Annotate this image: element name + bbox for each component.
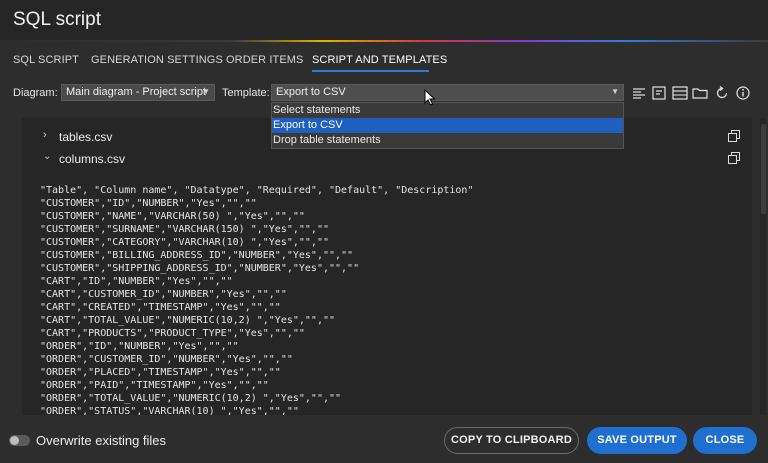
dialog-title: SQL script (13, 9, 101, 30)
chevron-down-icon: ▼ (611, 87, 619, 96)
code-line: "CART","TOTAL_VALUE","NUMERIC(10,2) ","Y… (40, 315, 336, 326)
file-row-columns[interactable]: ⌄ columns.csv (22, 147, 752, 169)
template-select[interactable]: Export to CSV ▼ (271, 84, 624, 101)
dialog-footer: Overwrite existing files COPY TO CLIPBOA… (0, 415, 768, 463)
overwrite-label: Overwrite existing files (36, 433, 167, 448)
code-line: "CART","CREATED","TIMESTAMP","Yes","","" (40, 302, 281, 313)
tab-script-and-templates[interactable]: SCRIPT AND TEMPLATES (312, 54, 447, 66)
toolbar: Diagram: Main diagram - Project script ▼… (0, 82, 768, 104)
copy-to-clipboard-button[interactable]: COPY TO CLIPBOARD (444, 427, 579, 454)
info-icon[interactable] (735, 85, 751, 101)
csv-code-output[interactable]: "Table", "Column name", "Datatype", "Req… (40, 184, 740, 415)
code-line: "ORDER","CUSTOMER_ID","NUMBER","Yes","",… (40, 354, 293, 365)
save-output-button[interactable]: SAVE OUTPUT (587, 427, 687, 454)
active-tab-indicator (312, 70, 429, 72)
diagram-select-value: Main diagram - Project script (66, 86, 206, 98)
code-line: "CART","CUSTOMER_ID","NUMBER","Yes","","… (40, 289, 287, 300)
diagram-select[interactable]: Main diagram - Project script ▼ (61, 84, 215, 101)
file-name: tables.csv (59, 130, 113, 144)
code-line: "CART","ID","NUMBER","Yes","","" (40, 276, 233, 287)
align-left-icon[interactable] (631, 85, 647, 101)
code-line: "CUSTOMER","NAME","VARCHAR(50) ","Yes","… (40, 211, 305, 222)
code-line: "ORDER","STATUS","VARCHAR(10) ","Yes",""… (40, 406, 299, 415)
copy-icon[interactable] (728, 152, 740, 164)
dropdown-option-drop-table-statements[interactable]: Drop table statements (272, 133, 623, 148)
code-line: "ORDER","ID","NUMBER","Yes","","" (40, 341, 239, 352)
sql-script-dialog: SQL script SQL SCRIPT GENERATION SETTING… (0, 0, 768, 463)
title-bar: SQL script (0, 0, 768, 40)
code-line: "ORDER","PAID","TIMESTAMP","Yes","","" (40, 380, 269, 391)
template-label: Template: (222, 87, 270, 99)
chevron-down-icon[interactable]: ⌄ (43, 151, 51, 162)
code-line: "CUSTOMER","SURNAME","VARCHAR(150) ","Ye… (40, 224, 329, 235)
file-name: columns.csv (59, 152, 126, 166)
toggle-knob (10, 436, 19, 445)
dropdown-option-export-to-csv[interactable]: Export to CSV (272, 118, 623, 133)
tab-generation-settings[interactable]: GENERATION SETTINGS (91, 54, 223, 66)
diagram-label: Diagram: (13, 87, 58, 99)
tab-order-items[interactable]: ORDER ITEMS (226, 54, 304, 66)
chevron-down-icon: ▼ (202, 87, 210, 96)
template-select-value: Export to CSV (276, 86, 346, 98)
code-line: "CUSTOMER","BILLING_ADDRESS_ID","NUMBER"… (40, 250, 354, 261)
tab-bar: SQL SCRIPT GENERATION SETTINGS ORDER ITE… (0, 42, 768, 78)
copy-icon[interactable] (728, 130, 740, 142)
refresh-icon[interactable] (714, 85, 730, 101)
code-line: "CUSTOMER","CATEGORY","VARCHAR(10) ","Ye… (40, 237, 329, 248)
tab-sql-script[interactable]: SQL SCRIPT (13, 54, 79, 66)
code-line: "ORDER","PLACED","TIMESTAMP","Yes","","" (40, 367, 281, 378)
scrollbar-thumb[interactable] (761, 124, 766, 214)
mouse-pointer-icon (424, 88, 436, 106)
code-line: "CUSTOMER","SHIPPING_ADDRESS_ID","NUMBER… (40, 263, 360, 274)
grid-icon[interactable] (672, 85, 688, 101)
close-button[interactable]: CLOSE (693, 427, 757, 454)
code-line: "Table", "Column name", "Datatype", "Req… (40, 185, 474, 196)
template-icon[interactable] (651, 85, 667, 101)
template-dropdown-list: Select statements Export to CSV Drop tab… (271, 102, 624, 149)
overwrite-toggle[interactable] (9, 435, 30, 446)
script-output-panel: › tables.csv ⌄ columns.csv "Table", "Col… (22, 118, 752, 415)
code-line: "CART","PRODUCTS","PRODUCT_TYPE","Yes","… (40, 328, 305, 339)
code-line: "ORDER","TOTAL_VALUE","NUMERIC(10,2) ","… (40, 393, 342, 404)
dropdown-option-select-statements[interactable]: Select statements (272, 103, 623, 118)
code-line: "CUSTOMER","ID","NUMBER","Yes","","" (40, 198, 257, 209)
chevron-right-icon[interactable]: › (43, 129, 47, 141)
folder-icon[interactable] (692, 85, 708, 101)
